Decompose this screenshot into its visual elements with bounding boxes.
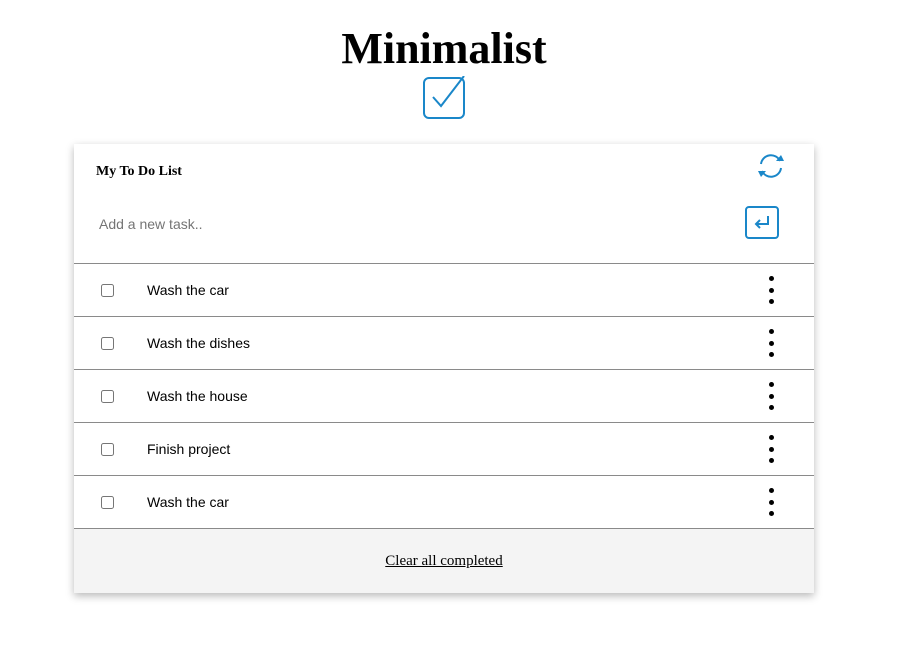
- task-checkbox[interactable]: [101, 443, 114, 456]
- task-label: Wash the car: [147, 282, 229, 298]
- app-title: Minimalist: [341, 24, 547, 73]
- more-vertical-icon: [768, 329, 774, 334]
- checkbox-check-icon: [422, 75, 466, 120]
- task-checkbox[interactable]: [101, 496, 114, 509]
- task-menu-button[interactable]: [760, 486, 782, 518]
- task-label: Finish project: [147, 441, 231, 457]
- task-label: Wash the car: [147, 494, 229, 510]
- task-row: Wash the car: [74, 476, 814, 529]
- new-task-input[interactable]: [96, 210, 662, 238]
- task-checkbox[interactable]: [101, 337, 114, 350]
- task-menu-button[interactable]: [760, 327, 782, 359]
- refresh-button[interactable]: [754, 151, 788, 185]
- task-row: Wash the car: [74, 264, 814, 317]
- task-row: Finish project: [74, 423, 814, 476]
- task-row: Wash the house: [74, 370, 814, 423]
- card-header: My To Do List: [74, 144, 814, 264]
- more-vertical-icon: [768, 488, 774, 493]
- more-vertical-icon: [768, 276, 774, 281]
- clear-completed-link[interactable]: Clear all completed: [385, 553, 502, 570]
- task-label: Wash the dishes: [147, 335, 250, 351]
- task-menu-button[interactable]: [760, 274, 782, 306]
- more-vertical-icon: [768, 382, 774, 387]
- more-vertical-icon: [768, 435, 774, 440]
- task-list: Wash the car Wash the dishes Wash the ho…: [74, 264, 814, 529]
- list-title: My To Do List: [96, 164, 182, 179]
- task-label: Wash the house: [147, 388, 248, 404]
- task-checkbox[interactable]: [101, 284, 114, 297]
- task-checkbox[interactable]: [101, 390, 114, 403]
- card-footer: Clear all completed: [74, 529, 814, 593]
- enter-return-icon: [752, 213, 772, 232]
- task-menu-button[interactable]: [760, 380, 782, 412]
- task-menu-button[interactable]: [760, 433, 782, 465]
- add-task-button[interactable]: [745, 206, 779, 239]
- task-row: Wash the dishes: [74, 317, 814, 370]
- refresh-icon: [756, 153, 786, 184]
- todo-card: My To Do List Wash t: [74, 144, 814, 593]
